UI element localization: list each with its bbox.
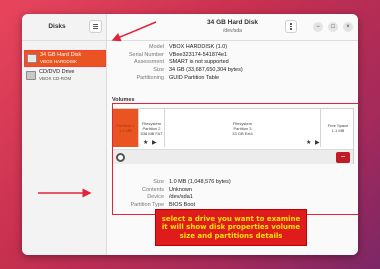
close-button[interactable]: × [343, 22, 353, 32]
minimize-button[interactable]: − [313, 22, 323, 32]
annotation-callout: select a drive you want to examine it wi… [155, 209, 307, 246]
sidebar-header: Disks [22, 14, 106, 41]
drive-model: VBOX CD-ROM [39, 75, 72, 81]
highlight-box [112, 103, 358, 215]
disks-window: Disks 34 GB Hard Disk VBOX HARDDISK CD/D… [22, 14, 358, 255]
drive-item-hard-disk[interactable]: 34 GB Hard Disk VBOX HARDDISK [24, 50, 106, 67]
disk-menu-icon[interactable] [285, 20, 297, 33]
property-key: Assessment [134, 59, 164, 66]
hard-disk-icon [27, 54, 37, 63]
property-row: Partitioning GUID Partition Table [107, 74, 358, 82]
property-value: GUID Partition Table [169, 75, 220, 82]
app-title: Disks [48, 23, 66, 30]
disk-properties: Model VBOX HARDDISK (1.0) Serial Number VB… [107, 43, 358, 82]
main-panel: 34 GB Hard Disk /dev/sda − □ × Model VBOX… [107, 14, 358, 255]
drive-name: 34 GB Hard Disk [40, 52, 82, 58]
property-key: Model [149, 43, 164, 50]
property-value: SMART is not supported [169, 59, 229, 66]
property-value: VBOX HARDDISK (1.0) [169, 43, 228, 50]
drive-model: VBOX HARDDISK [40, 58, 78, 64]
property-key: Serial Number [128, 51, 164, 58]
property-row: Size 34 GB (33,687,650,304 bytes) [107, 66, 358, 74]
optical-drive-icon [26, 71, 36, 80]
maximize-button[interactable]: □ [328, 22, 338, 32]
drive-name: CD/DVD Drive [39, 69, 75, 75]
annotation-line: it will show disk properties volume [161, 223, 301, 232]
hamburger-menu-icon[interactable] [89, 20, 102, 33]
property-key: Size [153, 67, 164, 74]
property-row: Serial Number VBee323174-541874e1 [107, 51, 358, 59]
annotation-line: select a drive you want to examine [161, 214, 301, 223]
property-row: Model VBOX HARDDISK (1.0) [107, 43, 358, 51]
drive-item-cd-dvd[interactable]: CD/DVD Drive VBOX CD-ROM [24, 67, 106, 84]
property-key: Partitioning [136, 75, 164, 82]
sidebar: Disks 34 GB Hard Disk VBOX HARDDISK CD/D… [22, 14, 107, 255]
annotation-line: size and partitions details [179, 231, 283, 240]
header-bar: 34 GB Hard Disk /dev/sda − □ × [107, 14, 358, 41]
property-value: 34 GB (33,687,650,304 bytes) [169, 67, 243, 74]
property-value: VBee323174-541874e1 [169, 51, 228, 58]
property-row: Assessment SMART is not supported [107, 59, 358, 67]
